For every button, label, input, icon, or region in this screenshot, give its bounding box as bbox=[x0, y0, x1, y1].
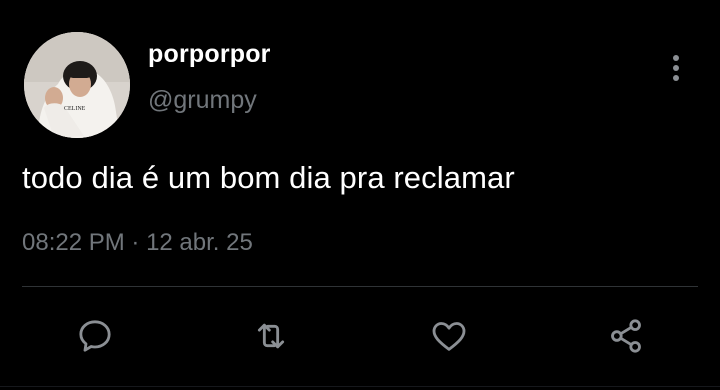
reply-button[interactable] bbox=[71, 312, 119, 360]
avatar[interactable]: CELINE bbox=[24, 32, 130, 138]
retweet-button[interactable] bbox=[247, 312, 295, 360]
action-bar bbox=[0, 312, 720, 360]
tweet-meta: 08:22 PM · 12 abr. 25 bbox=[22, 229, 253, 257]
retweet-icon bbox=[257, 323, 285, 349]
more-vertical-icon bbox=[673, 55, 679, 61]
more-options-button[interactable] bbox=[660, 50, 692, 86]
divider bbox=[22, 286, 698, 287]
bottom-border bbox=[0, 386, 720, 387]
heart-icon bbox=[432, 322, 466, 351]
reply-icon bbox=[79, 320, 111, 352]
tweet-date[interactable]: 12 abr. 25 bbox=[146, 229, 253, 256]
user-handle[interactable]: @grumpy bbox=[148, 86, 257, 115]
share-icon bbox=[611, 319, 641, 353]
meta-separator: · bbox=[124, 229, 147, 256]
more-vertical-icon-dot bbox=[673, 65, 679, 71]
avatar-shirt-text: CELINE bbox=[64, 106, 86, 112]
avatar-image: CELINE bbox=[24, 32, 130, 138]
tweet-text: todo dia é um bom dia pra reclamar bbox=[22, 160, 515, 195]
display-name[interactable]: porporpor bbox=[148, 40, 271, 69]
more-vertical-icon-dot bbox=[673, 75, 679, 81]
like-button[interactable] bbox=[425, 312, 473, 360]
share-button[interactable] bbox=[602, 312, 650, 360]
tweet-time[interactable]: 08:22 PM bbox=[22, 229, 125, 256]
